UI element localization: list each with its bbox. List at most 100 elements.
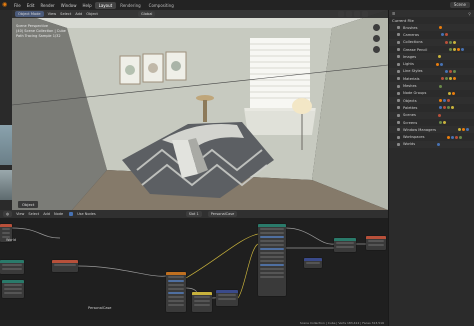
- datablock-icon: [397, 106, 400, 110]
- outliner-item[interactable]: Materials: [389, 75, 474, 82]
- outliner-item[interactable]: Node Groups: [389, 90, 474, 97]
- menu-view[interactable]: View: [48, 12, 57, 16]
- outliner-item-label: Line Styles: [403, 69, 423, 74]
- datablock-icon: [397, 55, 400, 59]
- tab-rendering[interactable]: Rendering: [116, 2, 144, 9]
- outliner-item[interactable]: Meshes: [389, 82, 474, 90]
- datablock-icon: [397, 91, 400, 95]
- datablock-icon: [397, 40, 400, 44]
- outliner-item-label: Lights: [403, 62, 414, 67]
- use-nodes-label: Use Nodes: [77, 212, 96, 216]
- camera-view-icon[interactable]: [373, 46, 380, 53]
- node-vector[interactable]: [216, 290, 238, 306]
- outliner-item[interactable]: Palettes: [389, 104, 474, 111]
- node-editor-header: ◍ View Select Add Node Use Nodes Slot 1 …: [0, 210, 388, 218]
- transform-orientation[interactable]: Global: [137, 11, 156, 17]
- menu-edit[interactable]: Edit: [24, 3, 38, 8]
- node-mapping[interactable]: [0, 260, 24, 274]
- image-preview: [0, 125, 12, 165]
- datablock-preview-icons: [444, 69, 456, 73]
- datablock-preview-icons: [439, 106, 455, 110]
- outliner-item[interactable]: Workspaces: [389, 133, 474, 140]
- editor-type-button[interactable]: ◍: [3, 211, 13, 217]
- 3d-viewport[interactable]: Object Mode View Select Add Object Globa…: [12, 10, 388, 210]
- outliner-item[interactable]: Objects: [389, 96, 474, 105]
- navigation-gizmo: [373, 24, 380, 53]
- world-label: World: [6, 238, 17, 242]
- mode-selector[interactable]: Object Mode: [15, 11, 44, 17]
- node-coordinate[interactable]: [2, 280, 24, 298]
- pan-icon[interactable]: [373, 35, 380, 42]
- datablock-preview-icons: [444, 40, 456, 44]
- datablock-icon: [397, 69, 400, 73]
- menu-render[interactable]: Render: [37, 3, 57, 8]
- material-shading-icon[interactable]: [354, 11, 360, 17]
- scene-field[interactable]: Scene: [449, 2, 470, 8]
- menu-node[interactable]: Node: [54, 212, 63, 216]
- wireframe-shading-icon[interactable]: [338, 11, 344, 17]
- outliner-item[interactable]: Brushes: [389, 24, 474, 32]
- rendered-shading-icon[interactable]: [362, 11, 368, 17]
- display-mode-icon[interactable]: ☰: [392, 12, 395, 16]
- menu-select[interactable]: Select: [60, 12, 71, 16]
- node-color-ramp[interactable]: [52, 260, 78, 272]
- datablock-icon: [397, 62, 400, 66]
- material-selector[interactable]: PersonalCase: [207, 211, 238, 217]
- outliner-item[interactable]: Scenes: [389, 111, 474, 119]
- menu-add[interactable]: Add: [75, 12, 82, 16]
- node-normal-map[interactable]: [304, 258, 322, 268]
- render-sample-label: Path Tracing Sample 1/32: [16, 34, 61, 38]
- zoom-icon[interactable]: [373, 24, 380, 31]
- outliner-item-label: Workspaces: [403, 135, 425, 140]
- datablock-preview-icons: [440, 33, 448, 37]
- outliner-item-label: Brushes: [403, 25, 418, 30]
- outliner-item-label: Collections: [403, 40, 423, 45]
- outliner-item-label: Node Groups: [403, 91, 427, 96]
- outliner-item-label: Materials: [403, 76, 420, 81]
- outliner-item[interactable]: Cameras: [389, 31, 474, 38]
- datablock-icon: [397, 99, 400, 103]
- outliner-item[interactable]: Window Managers: [389, 126, 474, 134]
- datablock-icon: [397, 121, 400, 124]
- outliner-item[interactable]: Lights: [389, 60, 474, 67]
- filter-icon[interactable]: ⚲: [468, 12, 471, 16]
- use-nodes-checkbox[interactable]: [69, 212, 74, 216]
- outliner-list: Brushes Cameras Collections Grease Pencil Im…: [389, 24, 474, 149]
- datablock-icon: [397, 135, 400, 139]
- menu-help[interactable]: Help: [79, 3, 94, 8]
- node-material-output[interactable]: [366, 236, 386, 250]
- outliner-item[interactable]: Worlds: [389, 140, 474, 149]
- menu-object[interactable]: Object: [86, 12, 98, 16]
- material-name-label: PersonalCase: [88, 306, 112, 310]
- node-mix[interactable]: [192, 292, 212, 312]
- datablock-preview-icons: [439, 26, 443, 30]
- outliner-item-label: Worlds: [403, 142, 416, 147]
- slot-selector[interactable]: Slot 1: [185, 211, 202, 217]
- object-mode-button[interactable]: Object: [18, 200, 39, 208]
- outliner-root[interactable]: Current File: [389, 17, 474, 24]
- menu-view[interactable]: View: [16, 212, 24, 216]
- menu-file[interactable]: File: [11, 3, 24, 8]
- tab-layout[interactable]: Layout: [94, 1, 117, 9]
- viewport-header: Object Mode View Select Add Object Globa…: [12, 10, 388, 18]
- node-principled-bsdf[interactable]: [166, 272, 186, 312]
- menu-add[interactable]: Add: [43, 212, 50, 216]
- datablock-preview-icons: [438, 55, 442, 59]
- outliner-item[interactable]: Line Styles: [389, 67, 474, 76]
- datablock-icon: [397, 33, 400, 37]
- tab-compositing[interactable]: Compositing: [145, 2, 178, 9]
- viewport-info-overlay: Scene Perspective (40) Scene Collection …: [16, 24, 66, 39]
- node-editor[interactable]: World PersonalCase: [0, 218, 388, 320]
- menu-window[interactable]: Window: [58, 3, 80, 8]
- outliner-item[interactable]: Screens: [389, 119, 474, 126]
- menu-select[interactable]: Select: [28, 212, 39, 216]
- outliner-item[interactable]: Collections: [389, 38, 474, 46]
- solid-shading-icon[interactable]: [346, 11, 352, 17]
- node-shader[interactable]: [258, 224, 286, 296]
- datablock-preview-icons: [449, 48, 465, 52]
- datablock-preview-icons: [441, 77, 457, 81]
- node-mix-shader[interactable]: [334, 238, 356, 252]
- blender-logo-icon[interactable]: ◉: [2, 2, 8, 8]
- outliner-item[interactable]: Grease Pencil: [389, 46, 474, 53]
- outliner-item[interactable]: Images: [389, 53, 474, 61]
